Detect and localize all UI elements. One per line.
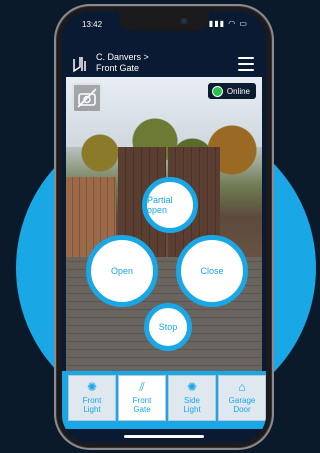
- breadcrumb[interactable]: C. Danvers > Front Gate: [96, 52, 149, 74]
- tab-label-line1: Front: [132, 396, 152, 405]
- breadcrumb-current: Front Gate: [96, 63, 140, 73]
- close-button[interactable]: Close: [176, 235, 248, 307]
- garage-icon: ⌂: [238, 380, 246, 394]
- device-tab-bar: ✺ Front Light ⫽ Front Gate ✺ Side Light …: [62, 371, 266, 429]
- tab-label-line2: Gate: [133, 405, 151, 414]
- tab-front-gate[interactable]: ⫽ Front Gate: [118, 375, 166, 421]
- online-status-label: Online: [226, 86, 250, 96]
- bulb-icon: ✺: [86, 380, 98, 394]
- phone-notch: [119, 11, 209, 31]
- tab-label-line1: Side: [183, 396, 200, 405]
- tab-label-line1: Garage: [228, 396, 256, 405]
- bulb-icon: ✺: [186, 380, 198, 394]
- tab-label-line2: Light: [83, 405, 101, 414]
- breadcrumb-parent[interactable]: C. Danvers >: [96, 52, 149, 63]
- status-time: 13:42: [82, 20, 103, 29]
- home-indicator[interactable]: [124, 435, 204, 438]
- open-button[interactable]: Open: [86, 235, 158, 307]
- tab-label-line2: Light: [183, 405, 201, 414]
- tab-label-line2: Door: [233, 405, 251, 414]
- online-indicator-icon: [211, 85, 223, 97]
- app-screen: 13:42 ▮▮▮ ◠ ▭ C. Danvers > Front Gate On…: [62, 11, 266, 443]
- logo-icon: [73, 57, 86, 73]
- camera-off-icon[interactable]: [72, 83, 102, 113]
- status-icons: ▮▮▮ ◠ ▭: [208, 19, 248, 28]
- online-status-badge: Online: [207, 83, 256, 99]
- gate-icon: ⫽: [139, 380, 145, 394]
- tab-side-light[interactable]: ✺ Side Light: [168, 375, 216, 421]
- hamburger-menu-icon[interactable]: [238, 57, 254, 71]
- tab-label-line1: Front: [82, 396, 102, 405]
- tab-front-light[interactable]: ✺ Front Light: [68, 375, 116, 421]
- partial-open-button[interactable]: Partial open: [142, 177, 198, 233]
- front-camera-icon: [181, 18, 187, 24]
- tab-garage-door[interactable]: ⌂ Garage Door: [218, 375, 266, 421]
- stop-button[interactable]: Stop: [144, 303, 192, 351]
